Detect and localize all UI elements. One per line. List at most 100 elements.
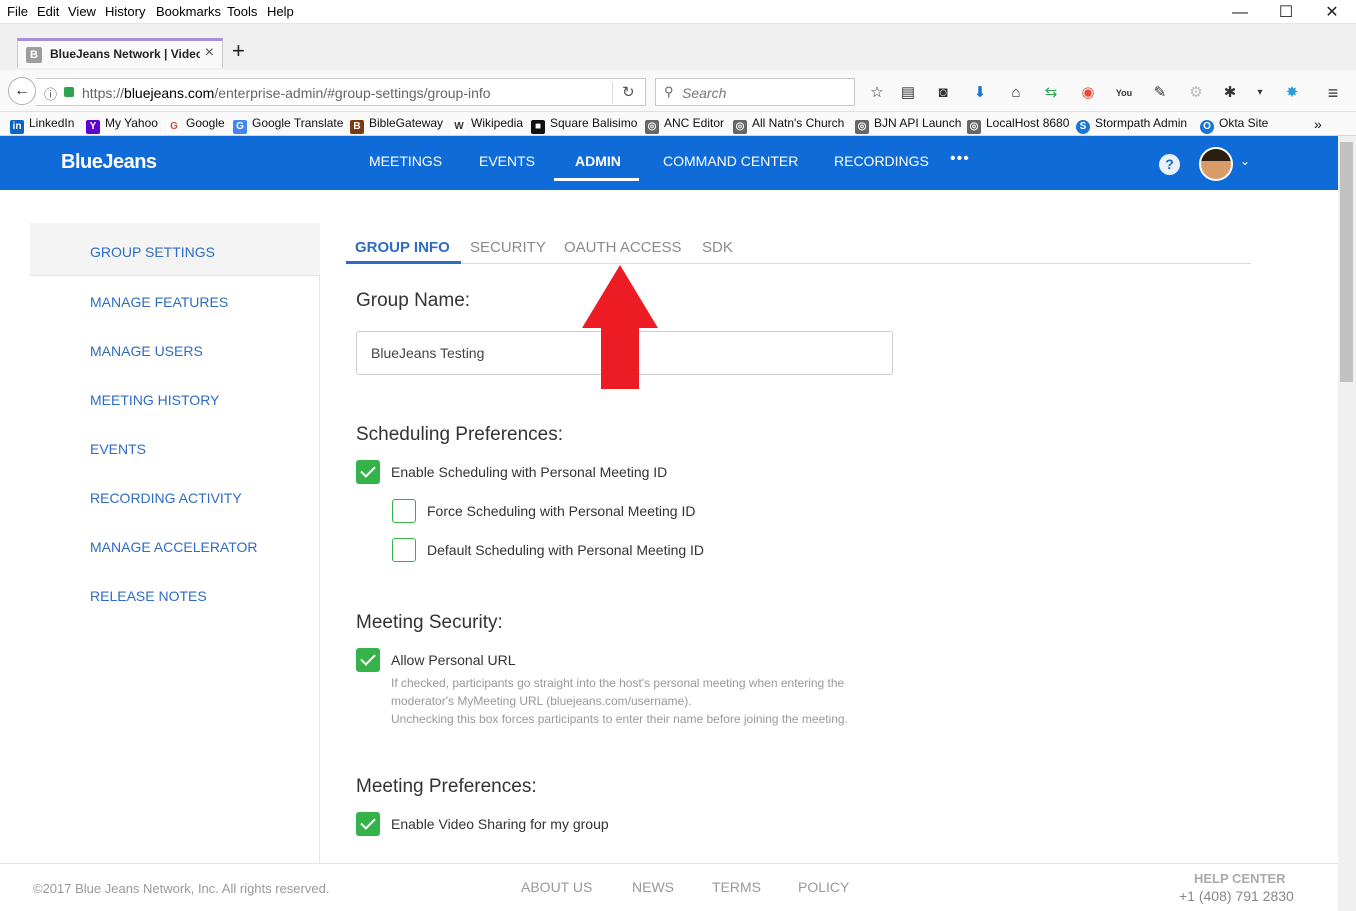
url-divider	[612, 82, 613, 104]
page-footer: ©2017 Blue Jeans Network, Inc. All right…	[0, 863, 1338, 911]
video-sharing-checkbox[interactable]	[356, 812, 380, 836]
avatar-hair	[1201, 149, 1231, 161]
url-bar[interactable]: ⓘ https://bluejeans.com/enterprise-admin…	[36, 78, 646, 106]
menu-view[interactable]: View	[68, 4, 96, 19]
menu-edit[interactable]: Edit	[37, 4, 59, 19]
nav-recordings[interactable]: RECORDINGS	[834, 153, 929, 169]
search-icon: ⚲	[664, 84, 674, 99]
bookmark-wikipedia[interactable]: W Wikipedia	[452, 116, 523, 134]
tab-sdk[interactable]: SDK	[702, 239, 733, 256]
bookmark-my-yahoo[interactable]: Y My Yahoo	[86, 116, 158, 134]
maximize-button[interactable]: ☐	[1266, 2, 1306, 24]
avatar[interactable]	[1199, 147, 1233, 181]
youtube-icon[interactable]: You	[1114, 83, 1134, 103]
red-arrow-annotation	[582, 265, 658, 389]
bookmark-biblegateway[interactable]: B BibleGateway	[350, 116, 443, 134]
scrollbar-thumb[interactable]	[1340, 142, 1353, 382]
app-header: BlueJeans MEETINGS EVENTS ADMIN COMMAND …	[0, 136, 1338, 190]
new-tab-button[interactable]: +	[232, 38, 245, 64]
page-scrollbar[interactable]	[1338, 136, 1356, 911]
help-icon[interactable]: ?	[1159, 154, 1180, 175]
tab-close-icon[interactable]: ×	[205, 44, 214, 62]
help-center-link[interactable]: HELP CENTER	[1194, 871, 1286, 886]
nav-events[interactable]: EVENTS	[479, 153, 535, 169]
sidebar-item-group-settings[interactable]: GROUP SETTINGS	[90, 244, 215, 260]
nav-meetings[interactable]: MEETINGS	[369, 153, 442, 169]
default-scheduling-checkbox[interactable]	[392, 538, 416, 562]
reading-list-icon[interactable]: ▤	[898, 83, 918, 103]
bookmarks-overflow-icon[interactable]: »	[1314, 116, 1322, 132]
tab-group-info[interactable]: GROUP INFO	[355, 239, 450, 256]
bookmark-okta-site[interactable]: O Okta Site	[1200, 116, 1268, 134]
globe-icon: ◎	[967, 120, 981, 134]
sidebar-item-meeting-history[interactable]: MEETING HISTORY	[90, 392, 219, 408]
bookmark-anc-editor[interactable]: ◎ ANC Editor	[645, 116, 724, 134]
google-icon: G	[167, 120, 181, 134]
bookmark-star-icon[interactable]: ☆	[867, 83, 887, 103]
home-icon[interactable]: ⌂	[1006, 83, 1026, 103]
bookmark-google-translate[interactable]: G Google Translate	[233, 116, 343, 134]
menu-history[interactable]: History	[105, 4, 145, 19]
menu-help[interactable]: Help	[267, 4, 294, 19]
tabs-divider	[346, 263, 1251, 264]
close-window-button[interactable]: ✕	[1312, 2, 1352, 24]
reload-icon[interactable]: ↻	[622, 83, 635, 101]
bookmark-google[interactable]: G Google	[167, 116, 225, 134]
force-scheduling-label: Force Scheduling with Personal Meeting I…	[427, 503, 696, 519]
yahoo-icon: Y	[86, 120, 100, 134]
sidebar-item-manage-accelerator[interactable]: MANAGE ACCELERATOR	[90, 539, 258, 555]
security-description-line-2: moderator's MyMeeting URL (bluejeans.com…	[391, 694, 692, 708]
bluejeans-logo[interactable]: BlueJeans	[61, 151, 157, 174]
puzzle-icon[interactable]: ✸	[1282, 83, 1302, 103]
bookmark-linkedin[interactable]: in LinkedIn	[10, 116, 74, 134]
settings-sidebar: GROUP SETTINGS MANAGE FEATURES MANAGE US…	[30, 223, 320, 863]
menu-file[interactable]: File	[7, 4, 28, 19]
sidebar-item-events[interactable]: EVENTS	[90, 441, 146, 457]
menu-tools[interactable]: Tools	[227, 4, 257, 19]
downloads-icon[interactable]: ⬇	[970, 83, 990, 103]
force-scheduling-checkbox[interactable]	[392, 499, 416, 523]
wikipedia-icon: W	[452, 120, 466, 134]
sidebar-item-recording-activity[interactable]: RECORDING ACTIVITY	[90, 490, 242, 506]
sync-arrows-icon[interactable]: ⇆	[1041, 83, 1061, 103]
bookmark-bjn-api-launch[interactable]: ◎ BJN API Launch	[855, 116, 961, 134]
allow-personal-url-checkbox[interactable]	[356, 648, 380, 672]
bookmarks-bar: in LinkedIn Y My Yahoo G Google G Google Tra…	[0, 112, 1356, 136]
minimize-button[interactable]: —	[1220, 2, 1260, 24]
bookmark-all-natns-church[interactable]: ◎ All Natn's Church	[733, 116, 844, 134]
bug-icon[interactable]: ✱	[1220, 83, 1240, 103]
footer-about-us-link[interactable]: ABOUT US	[521, 879, 592, 895]
search-bar[interactable]: ⚲ Search	[655, 78, 855, 106]
footer-terms-link[interactable]: TERMS	[712, 879, 761, 895]
sidebar-item-release-notes[interactable]: RELEASE NOTES	[90, 588, 207, 604]
tab-oauth-access[interactable]: OAUTH ACCESS	[564, 239, 682, 256]
preferences-heading: Meeting Preferences:	[356, 776, 537, 797]
tab-security[interactable]: SECURITY	[470, 239, 546, 256]
nav-command-center[interactable]: COMMAND CENTER	[663, 153, 798, 169]
browser-tab[interactable]: B BlueJeans Network | Video ×	[17, 38, 223, 68]
lifebuoy-icon[interactable]: ◉	[1078, 83, 1098, 103]
gear-icon[interactable]: ⚙	[1186, 83, 1206, 103]
globe-icon: ◎	[733, 120, 747, 134]
back-button[interactable]: ←	[8, 77, 36, 105]
tab-favicon-icon: B	[26, 47, 42, 63]
footer-policy-link[interactable]: POLICY	[798, 879, 849, 895]
eyedropper-icon[interactable]: ✎	[1150, 83, 1170, 103]
sidebar-item-manage-users[interactable]: MANAGE USERS	[90, 343, 203, 359]
menu-bar: File Edit View History Bookmarks Tools H…	[0, 0, 1356, 24]
chevron-down-icon[interactable]: ⌄	[1240, 154, 1250, 168]
bookmark-square-balisimo[interactable]: ■ Square Balisimo	[531, 116, 637, 134]
enable-scheduling-checkbox[interactable]	[356, 460, 380, 484]
info-icon[interactable]: ⓘ	[44, 84, 57, 103]
dropdown-arrow-icon[interactable]: ▾	[1250, 83, 1270, 103]
pocket-icon[interactable]: ◙	[933, 83, 953, 103]
more-icon[interactable]: •••	[950, 150, 970, 168]
bookmark-localhost-8680[interactable]: ◎ LocalHost 8680	[967, 116, 1069, 134]
footer-news-link[interactable]: NEWS	[632, 879, 674, 895]
support-phone: +1 (408) 791 2830	[1179, 888, 1294, 904]
hamburger-menu-icon[interactable]: ≡	[1323, 83, 1343, 103]
menu-bookmarks[interactable]: Bookmarks	[156, 4, 221, 19]
bookmark-stormpath-admin[interactable]: S Stormpath Admin	[1076, 116, 1187, 134]
sidebar-item-manage-features[interactable]: MANAGE FEATURES	[90, 294, 228, 310]
nav-admin[interactable]: ADMIN	[575, 153, 621, 169]
